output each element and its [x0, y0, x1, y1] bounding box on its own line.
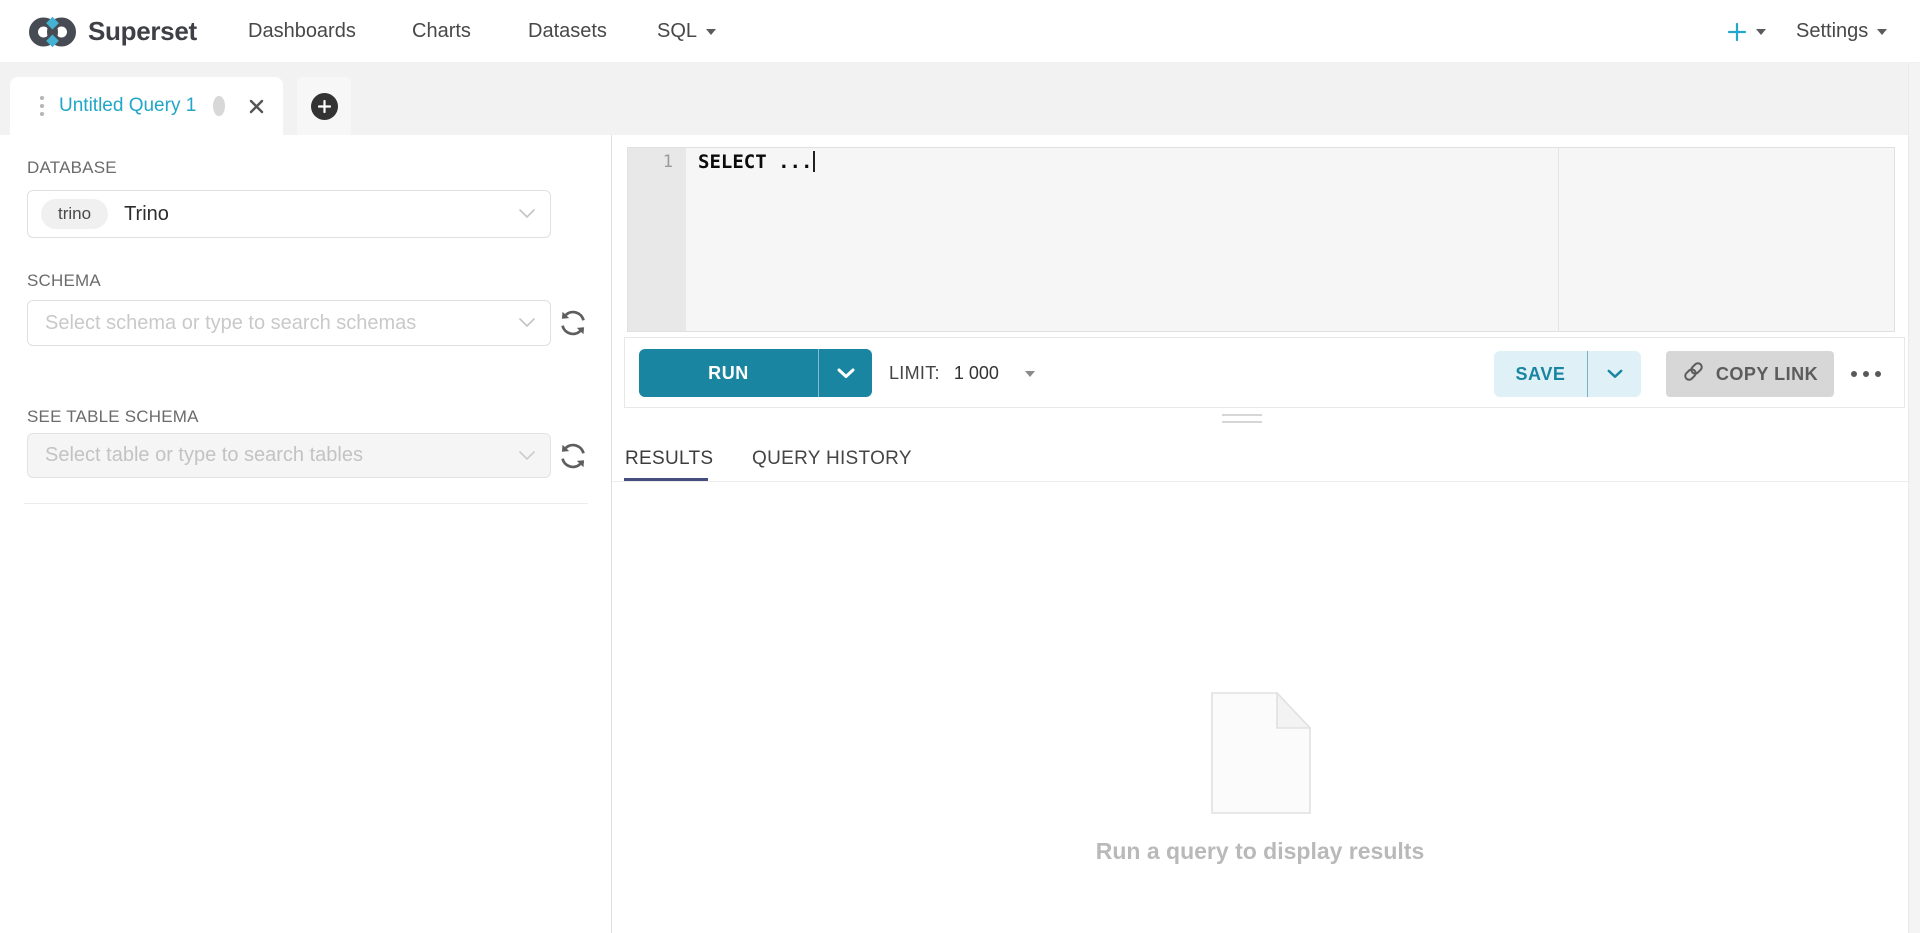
- limit-label: LIMIT:: [889, 363, 940, 384]
- sql-code-text: SELECT ...: [698, 151, 812, 173]
- copy-link-button[interactable]: COPY LINK: [1666, 351, 1834, 397]
- database-select-value: Trino: [124, 203, 169, 226]
- plus-icon: [1727, 22, 1747, 42]
- limit-value: 1 000: [954, 363, 999, 384]
- close-icon[interactable]: [248, 98, 265, 115]
- save-dropdown-button[interactable]: [1588, 351, 1641, 397]
- caret-down-icon: [1756, 29, 1766, 35]
- navbar: Superset Dashboards Charts Datasets SQL …: [0, 0, 1920, 63]
- pane-resize-handle[interactable]: [1202, 412, 1282, 426]
- brand-name[interactable]: Superset: [88, 0, 197, 63]
- query-tab-active[interactable]: Untitled Query 1: [10, 77, 283, 135]
- empty-results-message: Run a query to display results: [612, 838, 1908, 865]
- superset-logo-icon[interactable]: [26, 13, 80, 56]
- sql-editor-pane: 1 SELECT ... RUN LIMIT: 1 000 SAV: [612, 135, 1908, 933]
- editor-toolbar: RUN LIMIT: 1 000 SAVE: [624, 337, 1905, 408]
- table-schema-label: SEE TABLE SCHEMA: [27, 407, 199, 427]
- database-select[interactable]: trino Trino: [27, 190, 551, 238]
- more-options-button[interactable]: [1840, 338, 1892, 409]
- drag-handle-icon[interactable]: [40, 96, 44, 116]
- tab-query-history[interactable]: QUERY HISTORY: [752, 446, 912, 472]
- chevron-down-icon: [519, 205, 535, 223]
- copy-link-label: COPY LINK: [1716, 364, 1818, 385]
- schema-select[interactable]: Select schema or type to search schemas: [27, 300, 551, 346]
- schema-select-placeholder: Select schema or type to search schemas: [45, 312, 416, 335]
- plus-circle-icon: [311, 93, 338, 120]
- settings-menu[interactable]: Settings: [1796, 0, 1887, 63]
- caret-down-icon: [706, 29, 716, 35]
- add-tab-button[interactable]: [297, 77, 351, 135]
- caret-down-icon: [1877, 29, 1887, 35]
- database-type-pill: trino: [41, 199, 108, 229]
- text-cursor: [813, 151, 815, 172]
- tab-results[interactable]: RESULTS: [625, 446, 713, 472]
- run-dropdown-button[interactable]: [819, 349, 872, 397]
- chevron-down-icon: [519, 314, 535, 332]
- query-tab-bar: Untitled Query 1: [0, 63, 1920, 135]
- superset-sql-lab: Superset Dashboards Charts Datasets SQL …: [0, 0, 1920, 933]
- database-label: DATABASE: [27, 158, 117, 178]
- query-status-dot: [213, 96, 225, 116]
- print-margin-line: [1558, 148, 1559, 331]
- scrollbar[interactable]: [1908, 63, 1920, 933]
- caret-down-icon: [1025, 371, 1035, 377]
- query-tab-title[interactable]: Untitled Query 1: [59, 95, 196, 117]
- save-button[interactable]: SAVE: [1494, 351, 1641, 397]
- document-icon: [1211, 692, 1311, 819]
- run-button[interactable]: RUN: [639, 349, 872, 397]
- editor-gutter: 1: [628, 148, 686, 331]
- nav-item-datasets[interactable]: Datasets: [528, 0, 607, 63]
- table-select-placeholder: Select table or type to search tables: [45, 444, 363, 467]
- nav-item-dashboards[interactable]: Dashboards: [248, 0, 356, 63]
- limit-dropdown[interactable]: LIMIT: 1 000: [889, 338, 1035, 409]
- refresh-schemas-icon[interactable]: [555, 305, 591, 341]
- tabs-divider: [612, 481, 1908, 482]
- new-item-button[interactable]: [1727, 0, 1766, 63]
- sidebar-divider: [24, 503, 588, 504]
- sql-code-editor[interactable]: 1 SELECT ...: [627, 147, 1895, 332]
- chevron-down-icon: [519, 447, 535, 465]
- nav-item-sql[interactable]: SQL: [657, 0, 716, 63]
- nav-item-charts[interactable]: Charts: [412, 0, 471, 63]
- schema-label: SCHEMA: [27, 271, 101, 291]
- refresh-tables-icon[interactable]: [555, 438, 591, 474]
- link-icon: [1682, 360, 1705, 388]
- sql-lab-sidebar: DATABASE trino Trino SCHEMA Select schem…: [0, 135, 612, 933]
- code-line: SELECT ...: [698, 151, 815, 172]
- table-select: Select table or type to search tables: [27, 433, 551, 478]
- line-number: 1: [628, 151, 686, 172]
